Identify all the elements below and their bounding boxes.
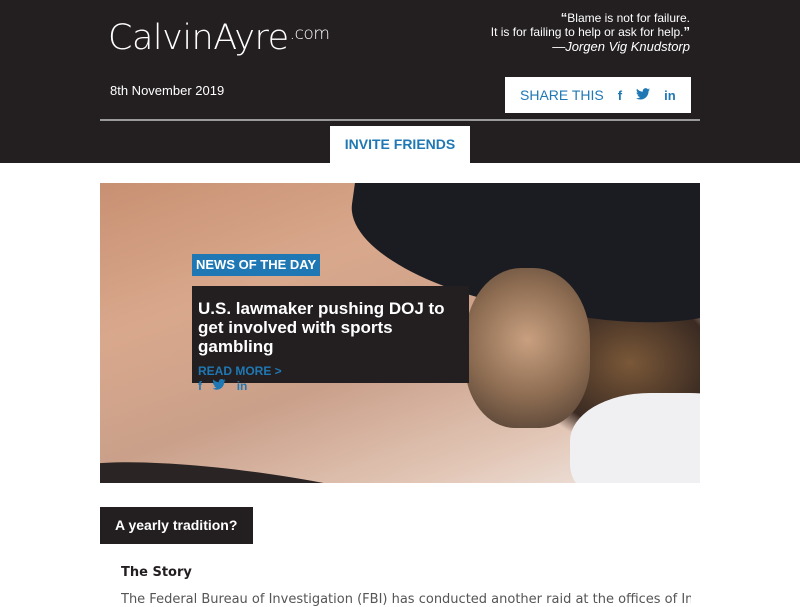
headline[interactable]: U.S. lawmaker pushing DOJ to get involve… [198, 299, 463, 356]
headline-card: U.S. lawmaker pushing DOJ to get involve… [192, 286, 469, 393]
section-title: A yearly tradition? [100, 507, 253, 544]
section-subtitle: The Story [121, 565, 192, 580]
linkedin-icon[interactable]: in [237, 379, 248, 393]
facebook-icon[interactable]: f [618, 88, 622, 103]
read-more-link[interactable]: READ MORE > [198, 364, 463, 378]
invite-friends-button[interactable]: INVITE FRIENDS [330, 126, 470, 163]
fbi-badge-shape [465, 268, 590, 428]
header: CalvinAyre.com “Blame is not for failure… [0, 0, 800, 163]
article-social: f in [198, 378, 463, 393]
hero-shirt-shape [570, 393, 700, 483]
quote-line: It is for failing to help or ask for hel… [490, 25, 684, 39]
linkedin-icon[interactable]: in [664, 88, 676, 103]
quote-line: Blame is not for failure. [567, 11, 690, 25]
share-label: SHARE THIS [520, 87, 604, 103]
quote-close-icon: ” [683, 24, 691, 39]
twitter-icon[interactable] [636, 87, 651, 103]
divider [100, 119, 700, 121]
logo-suffix: .com [289, 24, 330, 44]
quote-author: —Jorgen Vig Knudstorp [552, 39, 690, 54]
issue-date: 8th November 2019 [110, 83, 225, 98]
hero-band-shape [100, 445, 463, 483]
news-of-the-day-tag: NEWS OF THE DAY [192, 254, 321, 276]
quote: “Blame is not for failure. It is for fai… [491, 11, 690, 54]
logo-text: CalvinAyre [108, 18, 289, 58]
share-box: SHARE THIS f in [505, 77, 691, 113]
facebook-icon[interactable]: f [198, 379, 202, 393]
logo[interactable]: CalvinAyre.com [108, 18, 330, 58]
twitter-icon[interactable] [212, 378, 226, 393]
